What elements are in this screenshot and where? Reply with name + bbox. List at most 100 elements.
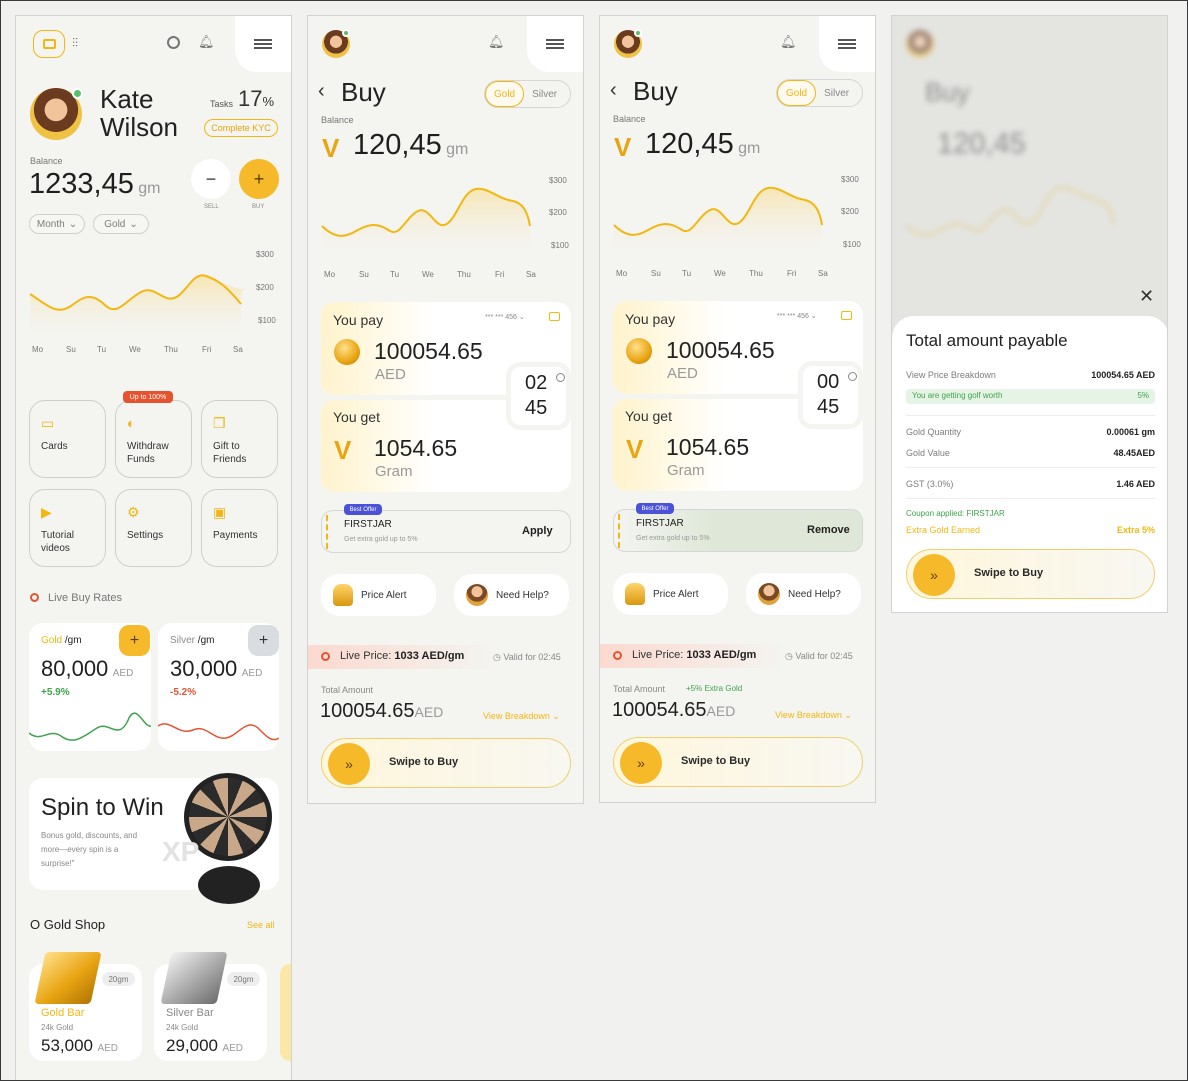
tile-label-line-2: Funds — [127, 454, 155, 465]
complete-kyc-button[interactable]: Complete KYC — [204, 119, 278, 137]
quantity-row: Gold Quantity 0.00061 gm — [906, 427, 1155, 437]
view-breakdown-link[interactable]: View Breakdown ⌄ — [483, 711, 560, 722]
tile-settings[interactable]: ⚙ Settings — [115, 489, 192, 567]
buy-button[interactable]: + — [239, 159, 279, 199]
valid-for-text: Valid for 02:45 — [795, 651, 853, 661]
gold-add-button[interactable]: + — [119, 625, 150, 656]
view-breakdown-label: View Breakdown — [775, 710, 842, 720]
need-help-button[interactable]: Need Help? — [454, 574, 569, 616]
chart-area — [322, 188, 530, 261]
x-tick-mo: Mo — [32, 345, 44, 354]
gold-rate-label: Gold /gm — [41, 635, 82, 646]
payable-sheet-screen: Buy 120,45 ✕ Total amount payable View P… — [891, 15, 1168, 613]
need-help-button[interactable]: Need Help? — [746, 573, 861, 615]
card-icon[interactable] — [841, 311, 852, 320]
card-icon: ▭ — [41, 415, 55, 431]
search-icon[interactable] — [167, 36, 180, 49]
period-dropdown[interactable]: Month ⌄ — [29, 214, 85, 234]
card-mask-text: *** *** 456 — [777, 313, 809, 320]
total-label: Total Amount — [321, 685, 374, 695]
swipe-to-buy[interactable]: » Swipe to Buy — [613, 737, 863, 787]
tile-cards[interactable]: ▭ Cards — [29, 400, 106, 478]
double-chevron-right-icon[interactable]: » — [620, 742, 662, 784]
you-get-label: You get — [625, 408, 672, 424]
balance-number: 120,45 — [645, 128, 734, 160]
double-chevron-right-icon[interactable]: » — [328, 743, 370, 785]
back-icon[interactable]: ‹ — [610, 79, 617, 102]
spin-title: Spin to Win — [41, 794, 164, 821]
silver-sparkline-line — [158, 723, 279, 741]
price-alert-button[interactable]: Price Alert — [613, 573, 728, 615]
sell-button[interactable]: − — [191, 159, 231, 199]
chevron-down-icon: ⌄ — [552, 711, 560, 721]
bell-icon[interactable]: 🔔︎ — [488, 34, 505, 50]
bell-icon[interactable]: 🔔︎ — [780, 34, 797, 50]
swipe-to-buy[interactable]: » Swipe to Buy — [906, 549, 1155, 599]
worth-value: 5% — [1137, 391, 1149, 400]
silver-add-button[interactable]: + — [248, 625, 279, 656]
double-chevron-right-icon[interactable]: » — [913, 554, 955, 596]
wallet-toggle[interactable] — [33, 30, 65, 58]
x-tick-sa: Sa — [233, 345, 243, 354]
you-get-label: You get — [333, 409, 380, 425]
page-title: Buy — [341, 77, 386, 107]
balance-number: 1233,45 — [29, 168, 134, 200]
apply-button[interactable]: Apply — [522, 525, 553, 537]
menu-button[interactable] — [527, 16, 583, 72]
spin-text-1: Bonus gold, discounts, and — [41, 831, 138, 840]
tile-tutorial-videos[interactable]: ▶ Tutorial videos — [29, 489, 106, 567]
tab-silver[interactable]: Silver — [816, 80, 857, 106]
metal-tabs[interactable]: Gold Silver — [484, 80, 571, 108]
swipe-to-buy[interactable]: » Swipe to Buy — [321, 738, 571, 788]
extra-gold-row: Extra Gold Earned Extra 5% — [906, 525, 1155, 535]
balance-unit: gm — [738, 140, 761, 157]
y-tick-100: $100 — [258, 316, 276, 325]
x-tick-sa: Sa — [818, 269, 828, 278]
breakdown-row[interactable]: View Price Breakdown 100054.65 AED — [906, 370, 1155, 380]
back-icon[interactable]: ‹ — [318, 80, 325, 103]
total-number: 100054.65 — [612, 699, 707, 721]
gold-bar-image — [34, 952, 102, 1004]
tile-gift-to-friends[interactable]: ❒ Gift to Friends — [201, 400, 278, 478]
timer-minutes: 02 — [525, 372, 548, 394]
close-icon[interactable]: ✕ — [1139, 286, 1154, 307]
menu-button[interactable] — [235, 16, 291, 72]
coins-icon — [626, 338, 652, 364]
page-title: Buy — [925, 77, 970, 107]
price-alert-button[interactable]: Price Alert — [321, 574, 436, 616]
hamburger-icon — [254, 39, 272, 49]
card-icon[interactable] — [549, 312, 560, 321]
tab-gold[interactable]: Gold — [777, 80, 817, 106]
tile-withdraw-funds[interactable]: ◐ Withdraw Funds — [115, 400, 192, 478]
silver-unit: /gm — [197, 635, 215, 646]
product-card-partial[interactable] — [280, 964, 291, 1061]
price-chart — [613, 186, 823, 260]
coupon-card[interactable]: Best Offer FIRSTJAR Get extra gold up to… — [321, 504, 571, 553]
hand-coin-icon: ◐ — [127, 415, 136, 431]
tile-payments[interactable]: ▣ Payments — [201, 489, 278, 567]
metal-tabs[interactable]: Gold Silver — [776, 79, 863, 107]
silver-rate-number: 30,000 — [170, 656, 238, 681]
clock-icon: ◷ — [785, 651, 793, 661]
x-tick-thu: Thu — [749, 269, 763, 278]
gold-rate-change: +5.9% — [41, 687, 70, 698]
remove-button[interactable]: Remove — [807, 524, 850, 536]
metal-dropdown[interactable]: Gold ⌄ — [93, 214, 149, 234]
tab-silver[interactable]: Silver — [524, 81, 565, 107]
bell-icon[interactable]: 🔔︎ — [198, 34, 215, 50]
product-price: 29,000 AED — [166, 1036, 243, 1056]
tasks-number: 17 — [238, 86, 263, 111]
menu-button[interactable] — [819, 16, 875, 72]
y-tick-100: $100 — [843, 240, 861, 249]
clock-icon — [848, 372, 857, 381]
card-mask[interactable]: *** *** 456 ⌄ — [777, 312, 817, 320]
tab-gold[interactable]: Gold — [485, 81, 525, 107]
silver-rate-currency: AED — [241, 668, 263, 679]
y-tick-300: $300 — [549, 176, 567, 185]
card-mask[interactable]: *** *** 456 ⌄ — [485, 313, 525, 321]
sliders-icon[interactable]: ⫶⫶ — [72, 36, 78, 51]
see-all-link[interactable]: See all — [247, 920, 275, 930]
view-breakdown-link[interactable]: View Breakdown ⌄ — [775, 710, 852, 721]
coupon-card-applied[interactable]: Best Offer FIRSTJAR Get extra gold up to… — [613, 503, 863, 552]
valid-for: ◷ Valid for 02:45 — [493, 652, 561, 663]
